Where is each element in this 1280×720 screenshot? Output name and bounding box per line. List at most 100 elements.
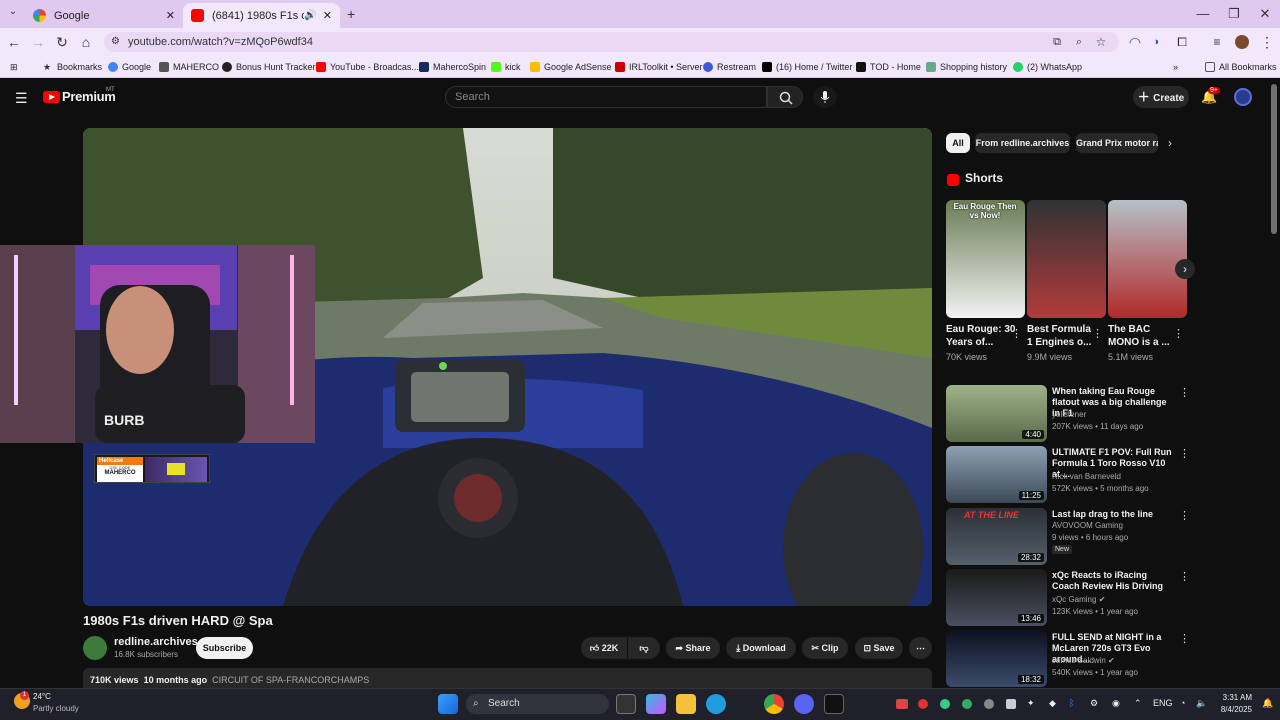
bookmark-item[interactable]: YouTube - Broadcas... bbox=[316, 60, 419, 74]
close-icon[interactable]: ✕ bbox=[166, 9, 175, 22]
extension-icon[interactable]: ◠ bbox=[1126, 33, 1144, 51]
bookmark-item[interactable]: ★ Bookmarks bbox=[43, 60, 102, 74]
task-view-icon[interactable] bbox=[616, 694, 636, 714]
tray-app-icon[interactable] bbox=[918, 699, 928, 709]
video-menu-icon[interactable]: ⋮ bbox=[1179, 570, 1190, 583]
tray-app-icon[interactable]: ⚙ bbox=[1090, 698, 1098, 709]
video-menu-icon[interactable]: ⋮ bbox=[1179, 447, 1190, 460]
bookmark-item[interactable]: Google bbox=[108, 60, 151, 74]
address-bar[interactable]: ⚙ youtube.com/watch?v=zMQoP6wdf34 bbox=[104, 32, 1119, 52]
install-icon[interactable]: ⧉ bbox=[1048, 33, 1066, 51]
tray-chevron-icon[interactable]: ⌃ bbox=[1134, 698, 1142, 709]
tray-app-icon[interactable] bbox=[940, 699, 950, 709]
epic-games-icon[interactable] bbox=[824, 694, 844, 714]
bookmark-star-icon[interactable]: ☆ bbox=[1092, 33, 1110, 51]
extension-icon[interactable]: ◗ bbox=[1148, 33, 1166, 51]
media-icon[interactable]: ≡ bbox=[1208, 33, 1226, 51]
bookmark-item[interactable]: MahercoSpin bbox=[419, 60, 486, 74]
channel-avatar[interactable] bbox=[83, 636, 107, 660]
bookmark-item[interactable]: Shopping history bbox=[926, 60, 1007, 74]
short-menu-icon[interactable]: ⋮ bbox=[1011, 327, 1022, 340]
bookmark-item[interactable]: Bonus Hunt Tracker bbox=[222, 60, 316, 74]
video-menu-icon[interactable]: ⋮ bbox=[1179, 632, 1190, 645]
related-channel[interactable]: Rick van Barneveld bbox=[1052, 472, 1121, 481]
create-button[interactable]: ＋ Create bbox=[1133, 86, 1189, 108]
account-avatar[interactable] bbox=[1234, 88, 1252, 106]
short-title[interactable]: Eau Rouge: 30 Years of... bbox=[946, 323, 1016, 349]
short-menu-icon[interactable]: ⋮ bbox=[1173, 327, 1184, 340]
audio-icon[interactable]: 🔊 bbox=[304, 10, 316, 21]
menu-icon[interactable]: ⋮ bbox=[1258, 33, 1276, 51]
more-actions-button[interactable]: ⋯ bbox=[909, 637, 932, 659]
video-menu-icon[interactable]: ⋮ bbox=[1179, 386, 1190, 399]
tray-app-icon[interactable] bbox=[1006, 699, 1016, 709]
page-scrollbar[interactable] bbox=[1271, 84, 1277, 234]
search-button[interactable] bbox=[767, 86, 803, 108]
clock-date[interactable]: 8/4/2025 bbox=[1218, 705, 1252, 714]
short-thumbnail[interactable] bbox=[1108, 200, 1187, 318]
bookmark-item[interactable]: (2) WhatsApp bbox=[1013, 60, 1082, 74]
start-windows-icon[interactable] bbox=[438, 694, 458, 714]
apps-icon[interactable]: ⊞ bbox=[10, 60, 18, 74]
related-channel[interactable]: James Baldwin ✔ bbox=[1052, 656, 1115, 665]
volume-icon[interactable]: 🔈 bbox=[1196, 698, 1207, 709]
tab-google[interactable]: Google ✕ bbox=[25, 3, 183, 28]
notification-center-icon[interactable]: 🔔 bbox=[1262, 698, 1273, 709]
related-channel[interactable]: AVOVOOM Gaming bbox=[1052, 521, 1123, 530]
close-window-button[interactable]: ✕ bbox=[1250, 4, 1280, 24]
short-thumbnail[interactable]: Eau Rouge Then vs Now! bbox=[946, 200, 1025, 318]
steam-icon[interactable]: ◉ bbox=[1112, 698, 1120, 709]
video-thumbnail[interactable]: 13:46 bbox=[946, 569, 1047, 626]
bookmark-item[interactable]: IRLToolkit • Server bbox=[615, 60, 703, 74]
bookmark-item[interactable]: Google AdSense bbox=[530, 60, 612, 74]
related-video-title[interactable]: Last lap drag to the line bbox=[1052, 509, 1174, 520]
description-box[interactable]: 710K views 10 months ago CIRCUIT OF SPA-… bbox=[83, 668, 932, 690]
hamburger-menu-icon[interactable]: ☰ bbox=[15, 90, 28, 107]
clock-time[interactable]: 3:31 AM bbox=[1222, 693, 1252, 702]
download-button[interactable]: ⤓ Download bbox=[726, 637, 796, 659]
new-tab-button[interactable]: + bbox=[347, 6, 355, 22]
share-button[interactable]: ➦ Share bbox=[666, 637, 720, 659]
site-info-icon[interactable]: ⚙ bbox=[111, 32, 120, 52]
tray-app-icon[interactable]: ◆ bbox=[1049, 698, 1056, 709]
channel-name[interactable]: redline.archives bbox=[114, 636, 198, 648]
bookmark-item[interactable]: Restream bbox=[703, 60, 756, 74]
short-title[interactable]: The BAC MONO is a ... bbox=[1108, 323, 1178, 349]
bookmark-item[interactable]: TOD - Home bbox=[856, 60, 921, 74]
tray-app-icon[interactable] bbox=[984, 699, 994, 709]
video-thumbnail[interactable]: 18:32 bbox=[946, 630, 1047, 687]
save-button[interactable]: ⊡ Save bbox=[855, 637, 903, 659]
taskbar-search[interactable]: ⌕ Search bbox=[466, 694, 609, 714]
home-icon[interactable]: ⌂ bbox=[77, 33, 95, 51]
video-thumbnail[interactable]: 4:40 bbox=[946, 385, 1047, 442]
hashtag[interactable]: CIRCUIT OF SPA-FRANCORCHAMPS bbox=[212, 675, 369, 685]
restore-button[interactable]: ❐ bbox=[1219, 4, 1249, 24]
zoom-icon[interactable]: ⌕ bbox=[1070, 33, 1088, 51]
reload-icon[interactable]: ↻ bbox=[53, 33, 71, 51]
language-indicator[interactable]: ENG bbox=[1153, 698, 1173, 708]
subscribe-button[interactable]: Subscribe bbox=[196, 637, 253, 659]
forward-icon[interactable]: → bbox=[29, 33, 47, 51]
edge-icon[interactable] bbox=[706, 694, 726, 714]
shorts-next-icon[interactable]: › bbox=[1175, 259, 1195, 279]
back-icon[interactable]: ← bbox=[5, 33, 23, 51]
related-video-title[interactable]: xQc Reacts to iRacing Coach Review His D… bbox=[1052, 570, 1174, 592]
chip-from-channel[interactable]: From redline.archives bbox=[975, 133, 1070, 153]
bookmark-item[interactable]: (16) Home / Twitter bbox=[762, 60, 852, 74]
chip-topic[interactable]: Grand Prix motor ra bbox=[1076, 133, 1158, 153]
tab-youtube[interactable]: (6841) 1980s F1s driven HA 🔊 ✕ bbox=[183, 3, 340, 28]
short-title[interactable]: Best Formula 1 Engines o... bbox=[1027, 323, 1097, 349]
short-menu-icon[interactable]: ⋮ bbox=[1092, 327, 1103, 340]
chevron-right-icon[interactable]: › bbox=[1168, 136, 1172, 150]
dislike-button[interactable]: 👎︎ bbox=[628, 637, 660, 659]
close-icon[interactable]: ✕ bbox=[323, 9, 332, 22]
discord-icon[interactable] bbox=[794, 694, 814, 714]
bookmark-item[interactable]: kick bbox=[491, 60, 521, 74]
all-bookmarks[interactable]: All Bookmarks bbox=[1205, 60, 1277, 74]
tab-search-icon[interactable]: ⌄ bbox=[5, 6, 21, 22]
tray-app-icon[interactable] bbox=[962, 699, 972, 709]
short-thumbnail[interactable] bbox=[1027, 200, 1106, 318]
more-bookmarks-icon[interactable]: » bbox=[1173, 60, 1178, 74]
bluetooth-icon[interactable]: ᛒ bbox=[1069, 698, 1074, 708]
tray-app-icon[interactable] bbox=[896, 699, 908, 709]
